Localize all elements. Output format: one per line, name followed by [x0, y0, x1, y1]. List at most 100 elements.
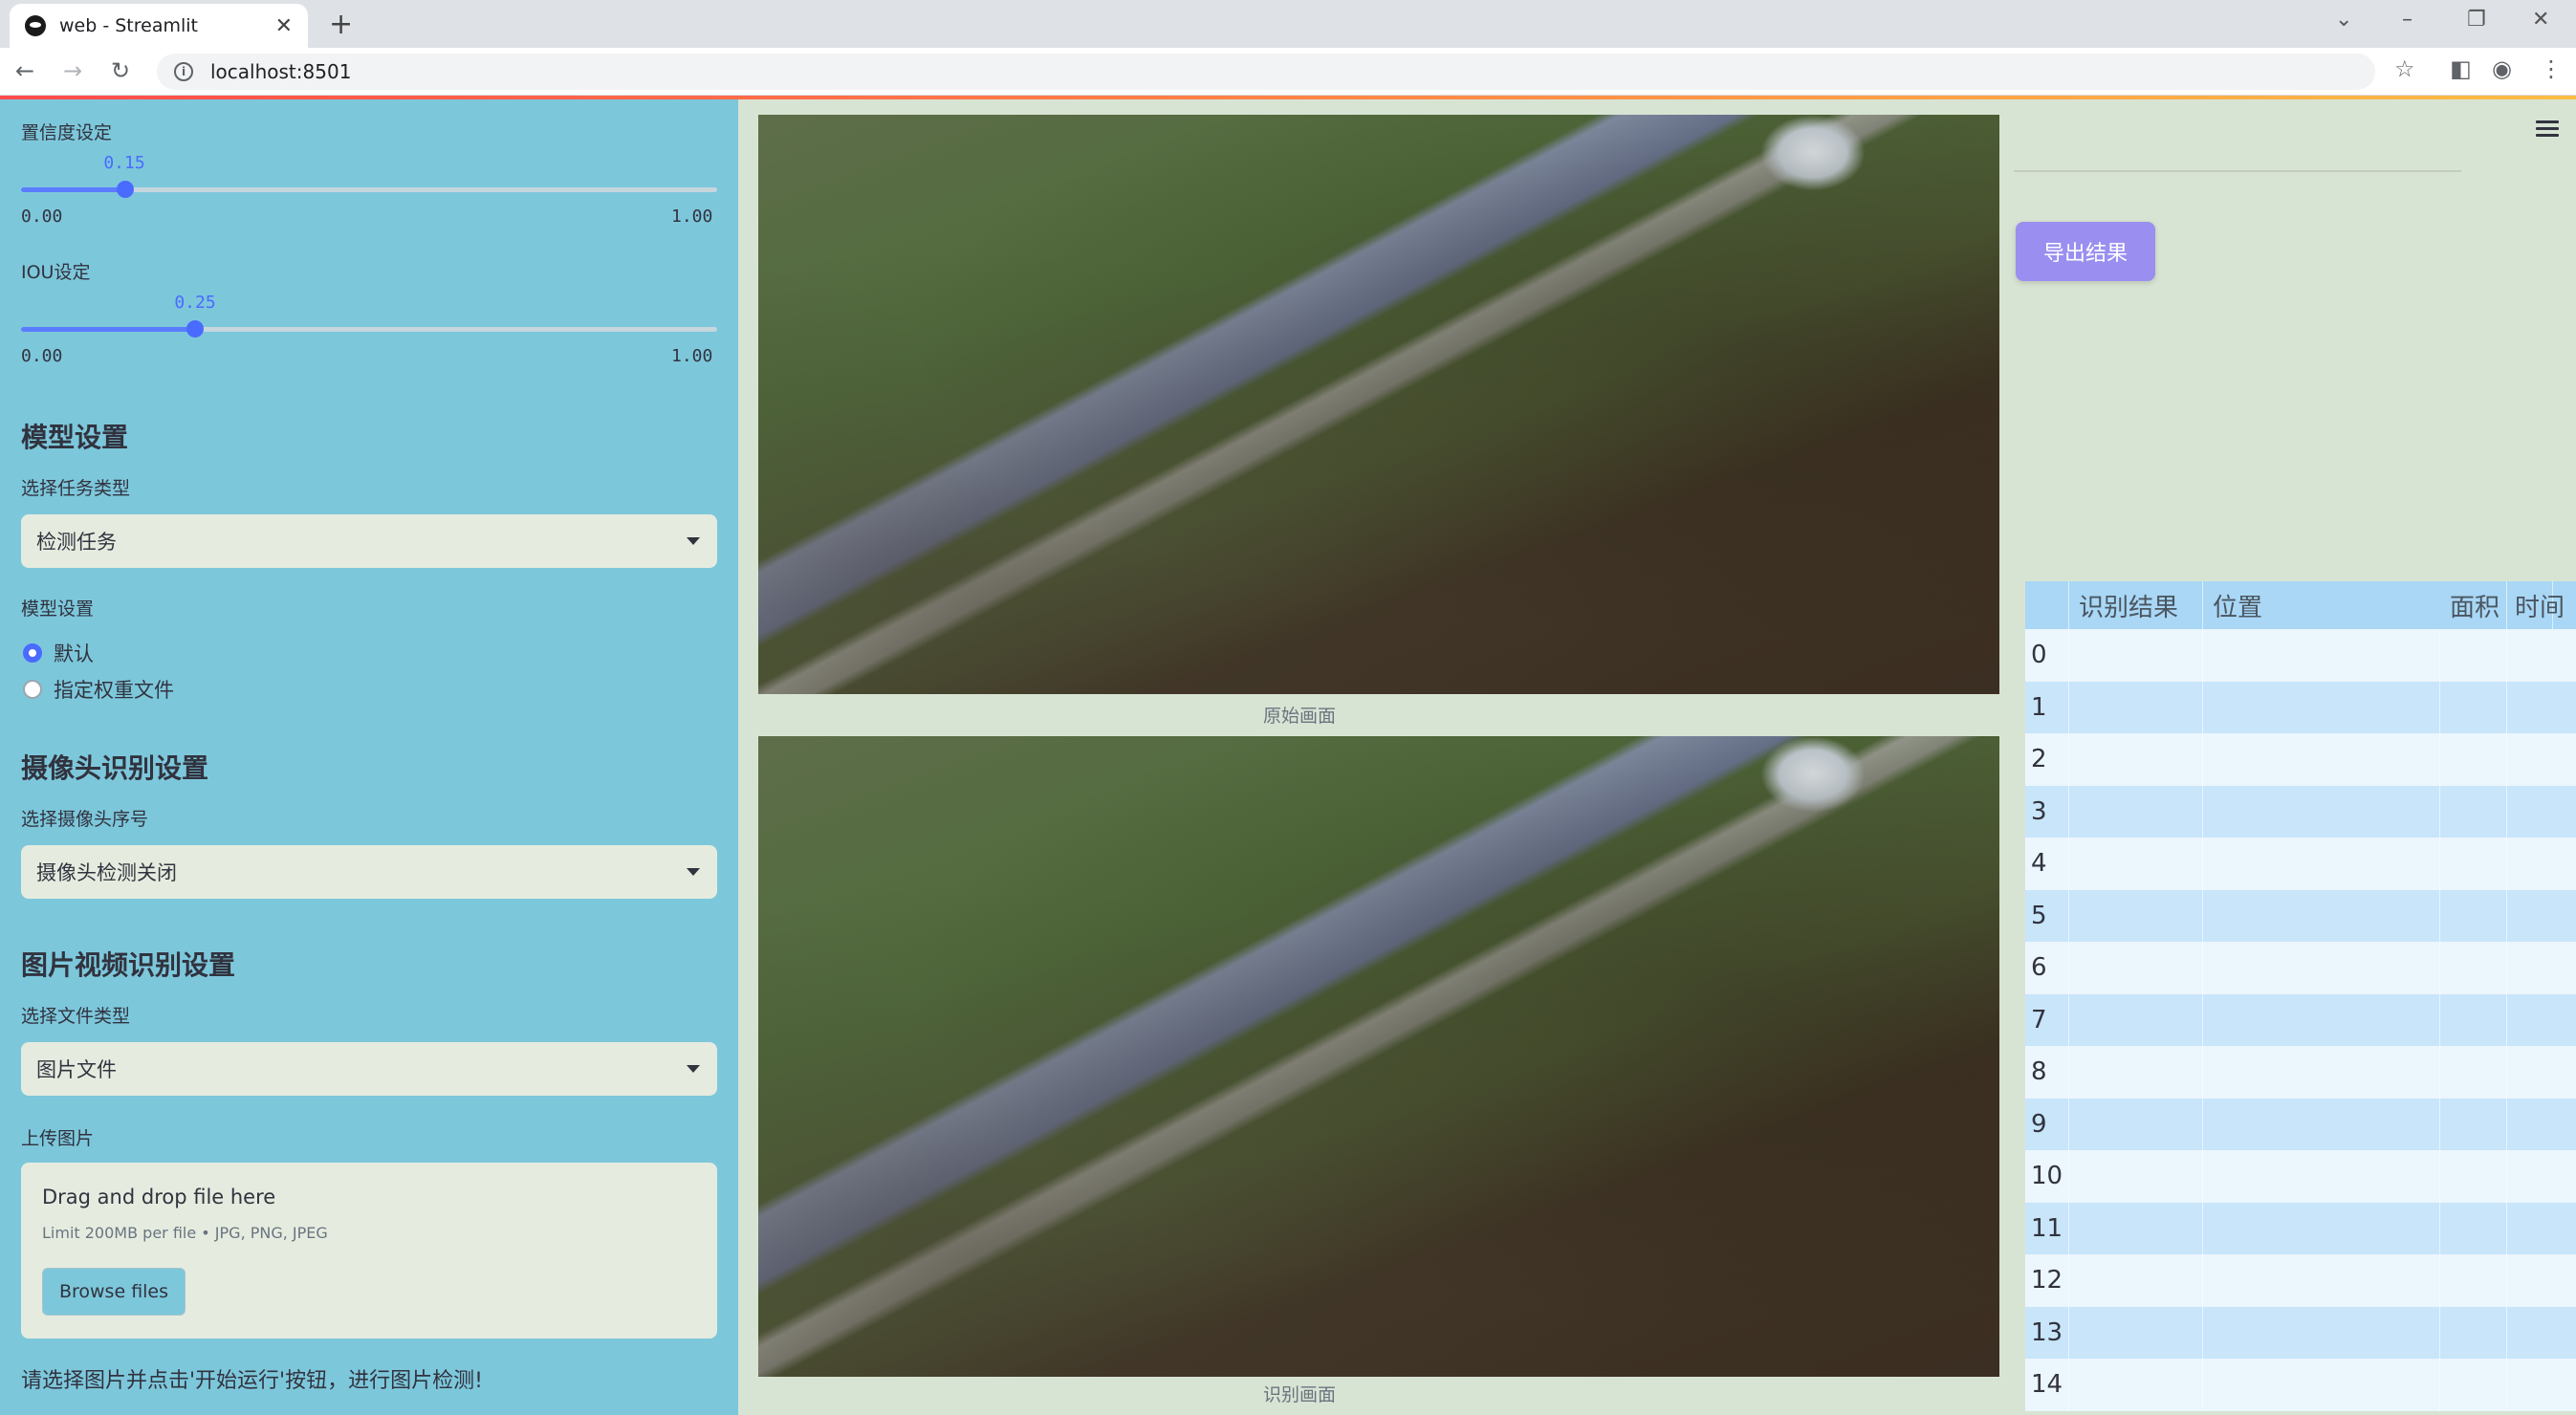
table-cell [2507, 682, 2576, 734]
browse-files-button[interactable]: Browse files [42, 1268, 186, 1316]
upload-limit: Limit 200MB per file • JPG, PNG, JPEG [42, 1224, 328, 1242]
camera-value: 摄像头检测关闭 [36, 861, 177, 884]
row-index: 1 [2025, 681, 2069, 733]
iou-value: 0.25 [174, 293, 216, 313]
tab-close-icon[interactable]: ✕ [275, 14, 293, 38]
table-cell [2507, 942, 2576, 994]
bookmark-star-icon[interactable]: ☆ [2394, 55, 2415, 82]
table-row[interactable]: 13 [2025, 1306, 2576, 1359]
task-type-select[interactable]: 检测任务 [21, 514, 717, 568]
file-type-value: 图片文件 [36, 1058, 117, 1081]
file-uploader-dropzone[interactable]: Drag and drop file here Limit 200MB per … [21, 1163, 717, 1339]
hamburger-menu-icon[interactable] [2536, 120, 2559, 138]
profile-avatar-icon[interactable]: ◉ [2492, 55, 2512, 82]
table-cell [2069, 681, 2203, 733]
table-row[interactable]: 10 [2025, 1150, 2576, 1203]
camera-heading: 摄像头识别设置 [21, 752, 209, 784]
confidence-value: 0.15 [103, 153, 145, 173]
reload-icon[interactable]: ↻ [111, 57, 130, 84]
table-cell [2203, 681, 2440, 733]
radio-default[interactable]: 默认 [23, 639, 94, 667]
table-row[interactable]: 8 [2025, 1046, 2576, 1099]
table-cell [2440, 1202, 2507, 1254]
confidence-slider-fill [21, 187, 126, 192]
back-icon[interactable]: ← [15, 57, 34, 84]
row-index: 2 [2025, 733, 2069, 786]
table-cell [2203, 785, 2440, 838]
table-row[interactable]: 7 [2025, 993, 2576, 1047]
table-cell [2203, 1098, 2440, 1150]
table-cell [2507, 786, 2576, 838]
forward-icon[interactable]: → [63, 57, 82, 84]
table-cell [2507, 890, 2576, 943]
table-cell [2507, 838, 2576, 890]
browser-tabbar: web - Streamlit ✕ + ⌄ – ❐ ✕ [0, 0, 2576, 48]
table-row[interactable]: 12 [2025, 1254, 2576, 1307]
confidence-slider-thumb[interactable] [117, 181, 135, 198]
table-cell [2203, 838, 2440, 890]
table-cell [2440, 1306, 2507, 1359]
table-cell [2069, 733, 2203, 786]
table-cell [2203, 733, 2440, 786]
address-bar: ← → ↻ i localhost:8501 [0, 48, 2576, 96]
original-image [758, 115, 1999, 694]
table-row[interactable]: 1 [2025, 681, 2576, 734]
confidence-min: 0.00 [21, 207, 63, 227]
iou-min: 0.00 [21, 346, 63, 366]
new-tab-button[interactable]: + [329, 8, 353, 41]
header-area[interactable]: 面积 [2440, 581, 2507, 629]
browser-tab[interactable]: web - Streamlit ✕ [10, 4, 308, 48]
table-cell [2440, 1150, 2507, 1203]
table-row[interactable]: 0 [2025, 629, 2576, 682]
minimize-icon[interactable]: – [2402, 8, 2412, 32]
header-result[interactable]: 识别结果 [2069, 581, 2203, 629]
table-row[interactable]: 4 [2025, 838, 2576, 890]
radio-custom-weights[interactable]: 指定权重文件 [23, 675, 174, 704]
confidence-slider[interactable] [21, 181, 717, 198]
table-cell [2069, 1359, 2203, 1411]
chrome-menu-icon[interactable]: ⋮ [2540, 55, 2563, 82]
table-cell [2203, 993, 2440, 1046]
header-time[interactable]: 时间 [2507, 581, 2576, 629]
url-text: localhost:8501 [210, 60, 352, 83]
table-row[interactable]: 9 [2025, 1098, 2576, 1150]
task-type-label: 选择任务类型 [21, 478, 131, 499]
row-index: 4 [2025, 838, 2069, 890]
table-cell [2440, 681, 2507, 733]
tab-search-chevron-icon[interactable]: ⌄ [2335, 8, 2352, 32]
export-results-button[interactable]: 导出结果 [2016, 222, 2155, 281]
row-index: 11 [2025, 1202, 2069, 1254]
camera-index-label: 选择摄像头序号 [21, 809, 149, 830]
iou-slider[interactable] [21, 320, 717, 337]
model-heading: 模型设置 [21, 422, 129, 453]
table-row[interactable]: 6 [2025, 942, 2576, 994]
table-row[interactable]: 3 [2025, 785, 2576, 838]
table-cell [2440, 1359, 2507, 1411]
site-info-icon[interactable]: i [174, 62, 193, 81]
table-cell [2069, 838, 2203, 890]
upload-label: 上传图片 [21, 1128, 95, 1149]
camera-select[interactable]: 摄像头检测关闭 [21, 845, 717, 899]
radio-default-indicator[interactable] [23, 643, 42, 663]
side-panel-icon[interactable]: ◧ [2450, 55, 2472, 82]
iou-slider-thumb[interactable] [186, 320, 204, 337]
radio-custom-weights-indicator[interactable] [23, 680, 42, 699]
tab-title: web - Streamlit [59, 15, 198, 36]
table-row[interactable]: 14 [2025, 1359, 2576, 1411]
table-row[interactable]: 5 [2025, 889, 2576, 943]
file-type-select[interactable]: 图片文件 [21, 1042, 717, 1096]
restore-icon[interactable]: ❐ [2467, 8, 2486, 32]
table-cell [2507, 1254, 2576, 1307]
table-cell [2440, 629, 2507, 682]
url-field[interactable]: i localhost:8501 [157, 54, 2375, 90]
table-cell [2203, 1359, 2440, 1411]
table-cell [2069, 942, 2203, 994]
result-image [758, 736, 1999, 1377]
table-cell [2440, 1254, 2507, 1307]
window-close-icon[interactable]: ✕ [2532, 8, 2549, 32]
table-row[interactable]: 11 [2025, 1202, 2576, 1254]
table-row[interactable]: 2 [2025, 733, 2576, 786]
table-cell [2507, 994, 2576, 1047]
model-setting-label: 模型设置 [21, 599, 95, 620]
table-cell [2440, 993, 2507, 1046]
